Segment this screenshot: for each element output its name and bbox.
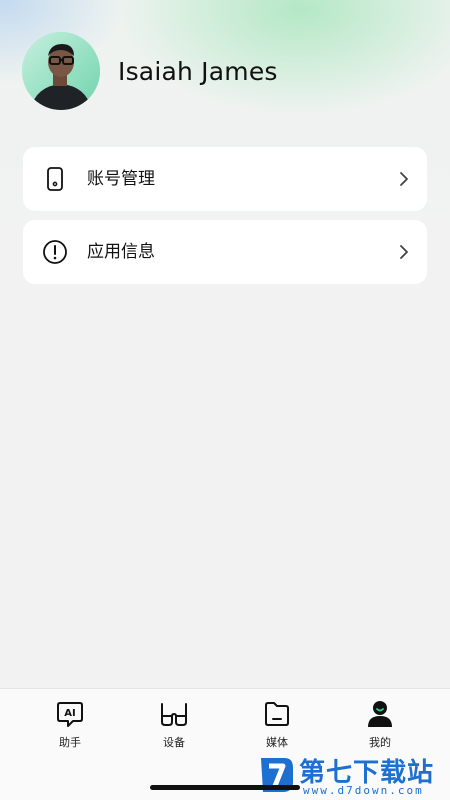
tab-label: 助手 bbox=[59, 736, 81, 749]
watermark-url: www.d7down.com bbox=[303, 784, 424, 797]
tab-devices[interactable]: 设备 bbox=[144, 699, 204, 759]
tab-label: 我的 bbox=[369, 736, 391, 749]
menu-item-label: 应用信息 bbox=[87, 242, 155, 262]
chevron-right-icon bbox=[400, 245, 408, 259]
menu-item-label: 账号管理 bbox=[87, 169, 155, 189]
folder-icon bbox=[265, 702, 289, 726]
person-icon bbox=[368, 701, 392, 727]
tab-me[interactable]: 我的 bbox=[350, 699, 410, 759]
tab-label: 设备 bbox=[163, 736, 185, 749]
tab-media[interactable]: 媒体 bbox=[247, 699, 307, 759]
menu-item-app-info[interactable]: 应用信息 bbox=[23, 220, 427, 284]
tab-assistant[interactable]: AI 助手 bbox=[40, 699, 100, 759]
info-circle-icon bbox=[43, 240, 67, 264]
svg-text:AI: AI bbox=[64, 708, 75, 719]
menu-item-account-management[interactable]: 账号管理 bbox=[23, 147, 427, 211]
profile-header[interactable]: Isaiah James bbox=[22, 32, 278, 110]
phone-icon bbox=[47, 167, 63, 191]
avatar[interactable] bbox=[22, 32, 100, 110]
avatar-photo bbox=[22, 32, 100, 110]
glasses-icon bbox=[161, 703, 187, 726]
home-indicator bbox=[150, 785, 300, 790]
ai-chat-icon: AI bbox=[57, 702, 83, 727]
chevron-right-icon bbox=[400, 172, 408, 186]
profile-name: Isaiah James bbox=[118, 56, 278, 86]
tab-label: 媒体 bbox=[266, 736, 288, 749]
